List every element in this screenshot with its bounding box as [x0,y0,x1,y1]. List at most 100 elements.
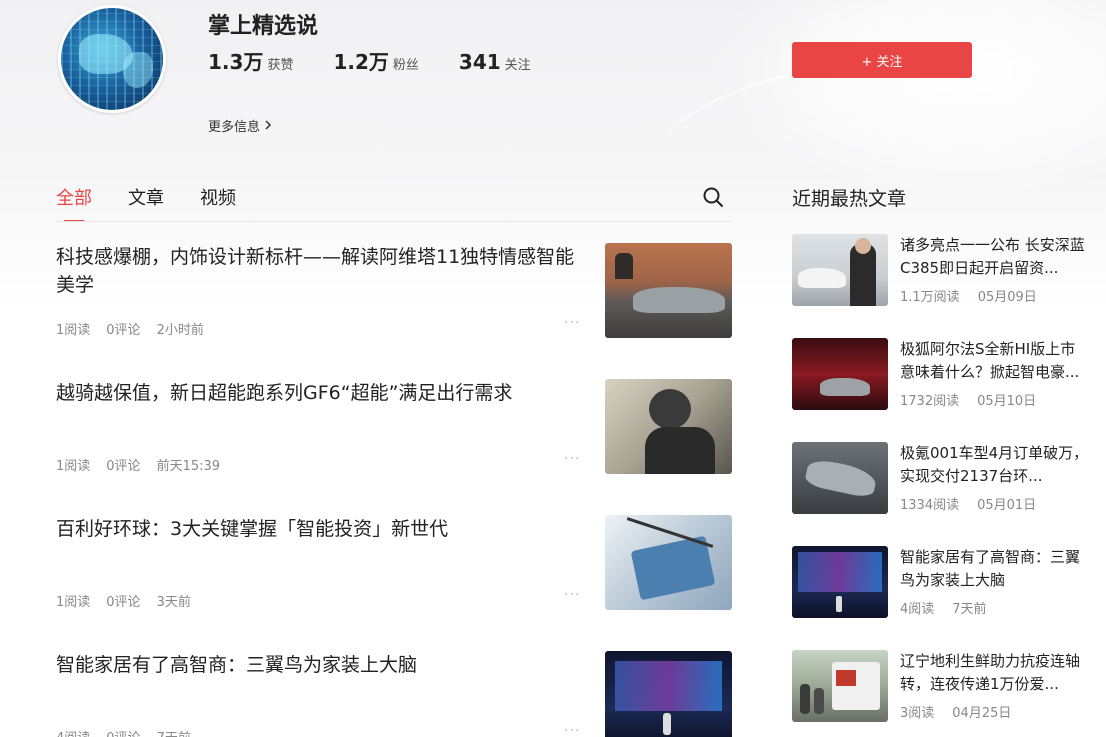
article-time: 7天前 [157,727,191,737]
hot-article-title[interactable]: 极狐阿尔法S全新HI版上市意味着什么？掀起智电豪... [900,338,1090,384]
hot-article-date: 05月10日 [977,394,1037,409]
stat-value: 341 [458,50,501,74]
more-info-link[interactable]: 更多信息 [208,116,272,135]
article-reads: 4阅读 [56,727,90,737]
article-comments: 0评论 [106,727,140,737]
more-info-label: 更多信息 [208,120,261,135]
article-reads: 1阅读 [56,595,91,610]
stat-likes: 1.3万 获赞 [208,46,293,75]
thumbnail-detail [798,552,882,592]
article-time: 2小时前 [156,323,204,338]
hot-article-title[interactable]: 智能家居有了高智商：三翼鸟为家装上大脑 [900,546,1090,592]
thumbnail-detail [649,389,691,429]
hot-article-thumbnail[interactable] [792,234,888,306]
stat-label: 获赞 [267,58,294,73]
thumbnail-detail [836,670,856,686]
hot-article-item[interactable]: 智能家居有了高智商：三翼鸟为家装上大脑 4阅读 7天前 [792,546,1092,618]
stat-following[interactable]: 341 关注 [459,50,531,74]
article-title[interactable]: 科技感爆棚，内饰设计新标杆——解读阿维塔11独特情感智能美学 [56,243,586,299]
hot-article-thumbnail[interactable] [792,650,888,722]
thumbnail-detail [663,713,671,735]
article-item[interactable]: 越骑越保值，新日超能跑系列GF6“超能”满足出行需求 1阅读 0评论 前天15:… [56,379,732,475]
article-item[interactable]: 科技感爆棚，内饰设计新标杆——解读阿维塔11独特情感智能美学 1阅读 0评论 2… [56,243,732,339]
hot-article-date: 04月25日 [952,706,1012,721]
chevron-right-icon [264,119,272,133]
article-time: 前天15:39 [156,459,221,474]
article-title[interactable]: 智能家居有了高智商：三翼鸟为家装上大脑 [56,651,586,679]
article-time: 3天前 [156,595,191,610]
sidebar-title: 近期最热文章 [792,188,907,210]
article-meta: 1阅读 0评论 前天15:39 [56,455,236,474]
hot-article-meta: 3阅读 04月25日 [900,702,1029,721]
follow-button[interactable]: + 关注 [792,42,972,78]
hot-article-date: 05月01日 [977,498,1037,513]
profile-stats: 1.3万 获赞 1.2万 粉丝 341 关注 [208,46,571,75]
hot-article-item[interactable]: 诸多亮点一一公布 长安深蓝C385即日起开启留资... 1.1万阅读 05月09… [792,234,1092,306]
article-comments: 0评论 [106,459,141,474]
more-options-icon[interactable]: ··· [564,587,580,603]
tab-articles[interactable]: 文章 [128,184,164,210]
stat-label: 粉丝 [392,58,419,73]
article-comments: 0评论 [106,595,141,610]
article-item[interactable]: 智能家居有了高智商：三翼鸟为家装上大脑 4阅读 0评论 7天前 ··· [56,651,732,737]
hot-article-title[interactable]: 诸多亮点一一公布 长安深蓝C385即日起开启留资... [900,234,1090,280]
article-title[interactable]: 越骑越保值，新日超能跑系列GF6“超能”满足出行需求 [56,379,586,407]
hot-article-reads: 1732阅读 [900,394,960,409]
hot-article-date: 05月09日 [977,290,1037,305]
hot-article-date: 7天前 [952,602,987,617]
thumbnail-detail [630,535,716,601]
hot-article-thumbnail[interactable] [792,546,888,618]
tab-all[interactable]: 全部 [56,184,92,222]
article-item[interactable]: 百利好环球：3大关键掌握「智能投资」新世代 1阅读 0评论 3天前 ··· [56,515,732,611]
stat-fans[interactable]: 1.2万 粉丝 [333,46,418,75]
tab-videos[interactable]: 视频 [200,184,236,210]
hot-article-meta: 1334阅读 05月01日 [900,494,1054,513]
thumbnail-detail [803,457,879,499]
avatar[interactable] [58,5,166,113]
article-reads: 1阅读 [56,459,91,474]
hot-article-reads: 3阅读 [900,706,935,721]
hot-article-meta: 1.1万阅读 05月09日 [900,286,1055,305]
article-thumbnail[interactable] [605,379,732,474]
thumbnail-detail [836,596,842,612]
thumbnail-detail [814,688,824,714]
hot-article-item[interactable]: 极狐阿尔法S全新HI版上市意味着什么？掀起智电豪... 1732阅读 05月10… [792,338,1092,410]
article-meta: 4阅读 0评论 7天前 [56,727,207,737]
hot-article-item[interactable]: 极氪001车型4月订单破万，实现交付2137台环... 1334阅读 05月01… [792,442,1092,514]
thumbnail-detail [615,661,722,711]
thumbnail-detail [855,238,871,254]
more-options-icon[interactable]: ··· [564,315,580,331]
thumbnail-detail [645,427,715,474]
hot-article-meta: 4阅读 7天前 [900,598,1005,617]
article-thumbnail[interactable] [605,651,732,737]
article-meta: 1阅读 0评论 2小时前 [56,319,220,338]
more-options-icon[interactable]: ··· [564,451,580,467]
thumbnail-detail [800,684,810,714]
hot-article-item[interactable]: 辽宁地利生鲜助力抗疫连轴转，连夜传递1万份爱... 3阅读 04月25日 [792,650,1092,722]
stat-value: 1.2万 [333,50,389,74]
content-tabs: 全部 文章 视频 [56,184,272,222]
article-thumbnail[interactable] [605,243,732,338]
hot-article-reads: 4阅读 [900,602,935,617]
article-thumbnail[interactable] [605,515,732,610]
stat-value: 1.3万 [208,50,264,74]
article-title[interactable]: 百利好环球：3大关键掌握「智能投资」新世代 [56,515,586,543]
hot-article-reads: 1334阅读 [900,498,960,513]
thumbnail-detail [615,253,633,279]
hot-article-title[interactable]: 极氪001车型4月订单破万，实现交付2137台环... [900,442,1090,488]
hot-article-thumbnail[interactable] [792,442,888,514]
stat-label: 关注 [504,58,531,73]
article-reads: 1阅读 [56,323,91,338]
hot-article-thumbnail[interactable] [792,338,888,410]
search-icon[interactable] [702,186,724,208]
hot-article-meta: 1732阅读 05月10日 [900,390,1054,409]
article-comments: 0评论 [106,323,141,338]
thumbnail-detail [820,378,870,396]
tabs-divider [56,221,732,222]
thumbnail-detail [633,287,725,313]
article-meta: 1阅读 0评论 3天前 [56,591,207,610]
more-options-icon[interactable]: ··· [564,723,580,737]
thumbnail-detail [798,268,846,288]
hot-article-reads: 1.1万阅读 [900,290,960,305]
hot-article-title[interactable]: 辽宁地利生鲜助力抗疫连轴转，连夜传递1万份爱... [900,650,1090,696]
